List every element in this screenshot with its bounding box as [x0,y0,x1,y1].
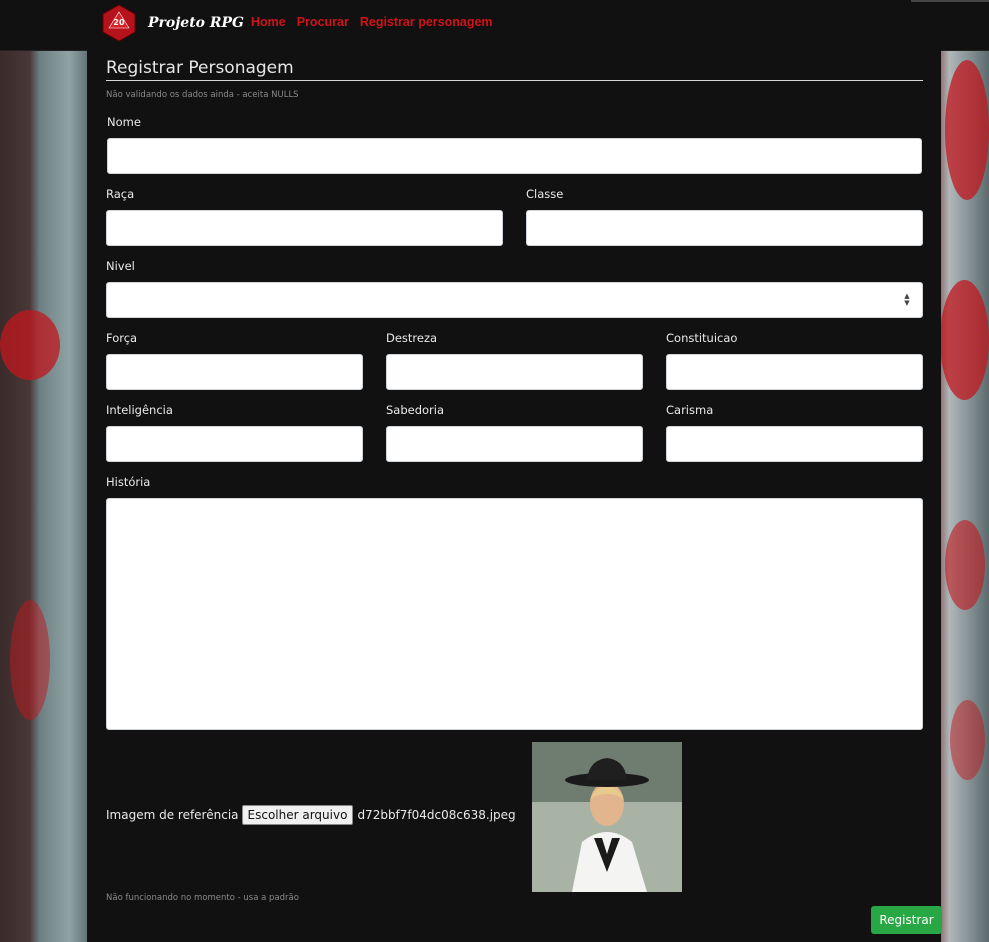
dice-number: 20 [113,18,125,27]
image-upload-row: Imagem de referência Escolher arquivo d7… [106,805,516,825]
classe-input[interactable] [527,211,922,245]
label-raca: Raça [106,187,135,201]
forca-input[interactable] [107,355,362,389]
label-destreza: Destreza [386,331,438,345]
raca-input[interactable] [107,211,502,245]
nav-links: Home Procurar Registrar personagem [251,15,493,29]
historia-field[interactable] [106,498,923,730]
label-historia: História [106,475,151,489]
form-panel: Registrar Personagem Não validando os da… [87,50,942,942]
constituicao-field[interactable] [666,354,923,390]
label-nome: Nome [107,115,141,129]
raca-field[interactable] [106,210,503,246]
register-button[interactable]: Registrar [871,906,942,934]
d20-dice-icon: 20 [100,4,138,42]
nav-link-procurar[interactable]: Procurar [297,15,349,29]
page-title: Registrar Personagem [106,58,294,78]
brand-title: Projeto RPG [148,15,245,31]
stepper-down-icon[interactable]: ▼ [904,300,909,307]
label-classe: Classe [526,187,564,201]
label-inteligencia: Inteligência [106,403,173,417]
title-divider [106,80,923,81]
label-nivel: Nivel [106,259,135,273]
navbar: 20 Projeto RPG Home Procurar Registrar p… [0,0,989,51]
nivel-field[interactable]: ▲ ▼ [106,282,923,318]
label-carisma: Carisma [666,403,714,417]
character-reference-image [532,742,682,892]
classe-field[interactable] [526,210,923,246]
nivel-stepper[interactable]: ▲ ▼ [902,293,912,307]
brand[interactable]: 20 Projeto RPG [100,4,244,42]
inteligencia-input[interactable] [107,427,362,461]
destreza-input[interactable] [387,355,642,389]
nav-link-registrar[interactable]: Registrar personagem [360,15,493,29]
sabedoria-input[interactable] [387,427,642,461]
validation-note: Não validando os dados ainda - aceita NU… [106,90,299,100]
forca-field[interactable] [106,354,363,390]
label-sabedoria: Sabedoria [386,403,445,417]
destreza-field[interactable] [386,354,643,390]
inteligencia-field[interactable] [106,426,363,462]
historia-textarea[interactable] [107,499,922,729]
constituicao-input[interactable] [667,355,922,389]
image-label: Imagem de referência [106,808,239,822]
carisma-field[interactable] [666,426,923,462]
label-constituicao: Constituicao [666,331,738,345]
nome-input[interactable] [108,139,921,173]
nav-link-home[interactable]: Home [251,15,286,29]
label-forca: Força [106,331,138,345]
carisma-input[interactable] [667,427,922,461]
nome-field[interactable] [107,138,922,174]
nivel-input[interactable] [107,283,922,317]
selected-file-name: d72bbf7f04dc08c638.jpeg [357,808,516,822]
image-note: Não funcionando no momento - usa a padrã… [106,893,299,903]
sabedoria-field[interactable] [386,426,643,462]
choose-file-button[interactable]: Escolher arquivo [241,805,354,825]
